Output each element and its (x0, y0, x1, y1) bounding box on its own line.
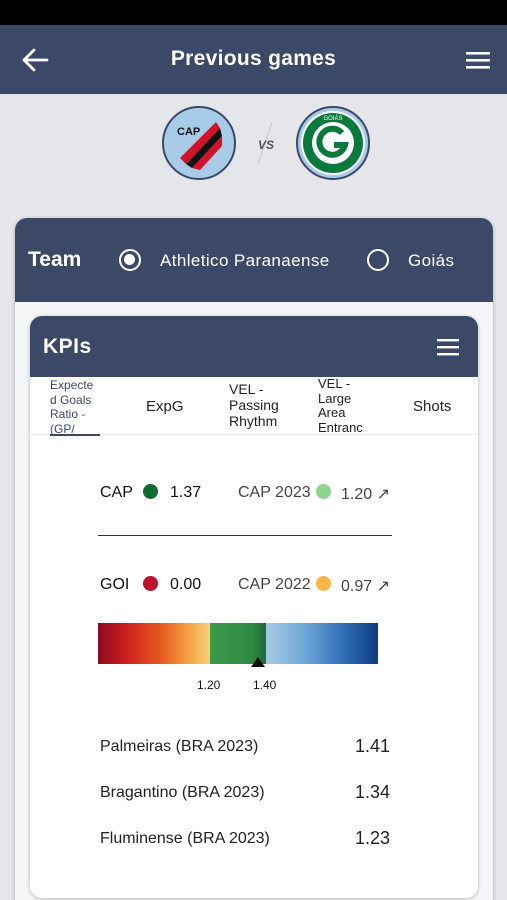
comparison-value-2: 1.34 (355, 782, 391, 802)
kpi-tabs: Expecte d Goals Ratio - (GP/ ExpG VEL - … (30, 377, 478, 436)
app-header: Previous games (0, 25, 507, 94)
kpi-menu-icon[interactable] (436, 338, 460, 356)
legend-season-a-label: CAP 2023 (238, 484, 311, 501)
legend-season-a-dot (316, 484, 331, 499)
match-header: CAP VS GOIÁS (0, 100, 507, 190)
legend-away-value: 0.00 (170, 576, 202, 593)
legend-season-b-value: 0.97 ↗ (341, 578, 390, 595)
team-selector: Team Athletico Paranaense Goiás (15, 218, 493, 302)
hamburger-menu-icon[interactable] (462, 49, 494, 71)
comparison-team-1: Palmeiras (BRA 2023) (100, 738, 259, 755)
svg-text:VS: VS (258, 138, 274, 152)
scale-low-label: 1.20 (197, 678, 221, 692)
versus-icon: VS (257, 121, 274, 165)
radio-goias[interactable] (367, 249, 389, 271)
comparison-value-3: 1.23 (355, 828, 391, 848)
team-label: Team (28, 248, 82, 271)
svg-text:GOIÁS: GOIÁS (323, 115, 342, 122)
tab-vel-large-area-entrance[interactable]: VEL - Large Area Entranc (318, 377, 374, 435)
away-team-crest: GOIÁS (296, 106, 370, 180)
comparison-value-1: 1.41 (355, 736, 391, 756)
legend-season-b-label: CAP 2022 (238, 576, 311, 593)
page-title: Previous games (170, 47, 337, 70)
home-team-crest: CAP (162, 106, 236, 180)
comparison-team-3: Fluminense (BRA 2023) (100, 830, 270, 847)
tab-expg[interactable]: ExpG (146, 398, 198, 456)
svg-text:CAP: CAP (177, 126, 200, 138)
legend-home-label: CAP (100, 484, 133, 501)
scale-high-label: 1.40 (253, 678, 277, 692)
performance-scale-bar (98, 623, 378, 664)
kpi-header: KPIs (30, 316, 478, 377)
kpi-title: KPIs (43, 335, 92, 358)
legend-divider (98, 535, 392, 536)
legend-season-a-value: 1.20 ↗ (341, 486, 390, 503)
legend-away-label: GOI (100, 576, 130, 593)
active-tab-indicator (50, 434, 100, 436)
kpi-card: KPIs Expecte d Goals Ratio - (GP/ ExpG V… (30, 316, 478, 898)
radio-label-goias[interactable]: Goiás (408, 251, 454, 271)
tab-vel-passing-rhythm[interactable]: VEL - Passing Rhythm (229, 381, 291, 439)
legend-away-dot (143, 576, 158, 591)
comparison-team-2: Bragantino (BRA 2023) (100, 784, 265, 801)
legend-home-dot (143, 484, 158, 499)
legend-home-value: 1.37 (170, 484, 202, 501)
legend-season-b-dot (316, 576, 331, 591)
scale-marker (251, 657, 265, 667)
status-bar (0, 0, 507, 25)
goias-logo-icon: GOIÁS (301, 111, 365, 175)
radio-athletico[interactable] (119, 249, 141, 271)
radio-label-athletico[interactable]: Athletico Paranaense (160, 251, 330, 271)
athletico-logo-icon: CAP (177, 122, 222, 170)
tab-shots[interactable]: Shots (413, 398, 469, 456)
tab-expected-goals-ratio[interactable]: Expecte d Goals Ratio - (GP/ (50, 378, 110, 436)
